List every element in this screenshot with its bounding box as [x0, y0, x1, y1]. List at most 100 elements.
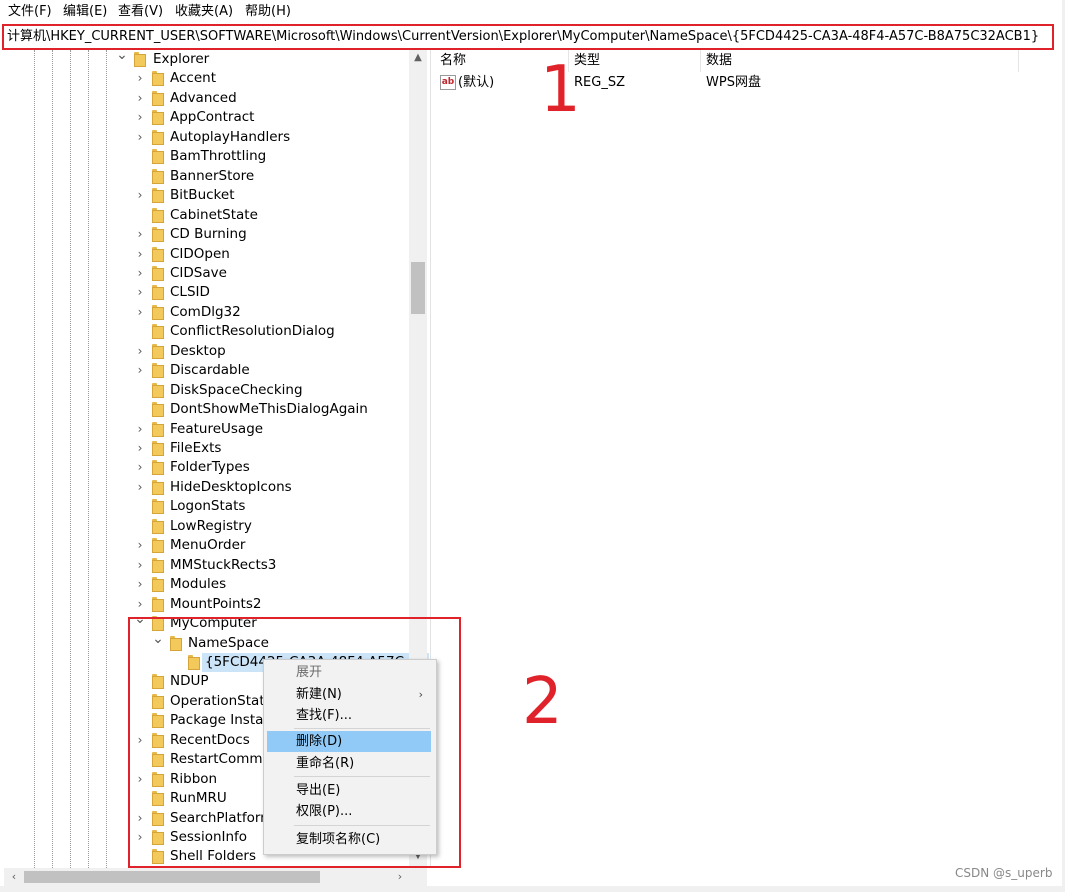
- tree-node-mountpoints2[interactable]: › MountPoints2: [4, 595, 410, 614]
- column-header-data[interactable]: 数据: [706, 52, 732, 70]
- tree-node-accent[interactable]: › Accent: [4, 69, 410, 88]
- folder-icon: [152, 441, 164, 456]
- chevron-right-icon[interactable]: ›: [134, 458, 146, 477]
- menu-file[interactable]: 文件(F): [8, 4, 52, 20]
- tree-node-modules[interactable]: › Modules: [4, 575, 410, 594]
- tree-node-dontshowmethisdialogagain[interactable]: DontShowMeThisDialogAgain: [4, 400, 410, 419]
- folder-icon: [152, 343, 164, 359]
- chevron-right-icon[interactable]: ›: [134, 303, 146, 322]
- column-header-name[interactable]: 名称: [440, 52, 466, 70]
- tree-node-explorer[interactable]: ⌄ Explorer: [4, 50, 410, 69]
- tree-node-logonstats[interactable]: LogonStats: [4, 497, 410, 516]
- tree-node-clsid[interactable]: › CLSID: [4, 283, 410, 302]
- scroll-left-icon[interactable]: ‹: [6, 868, 22, 886]
- submenu-arrow-icon: ›: [418, 688, 423, 701]
- tree-node-bannerstore[interactable]: BannerStore: [4, 167, 410, 186]
- tree-node-advanced[interactable]: › Advanced: [4, 89, 410, 108]
- tree-node-featureusage[interactable]: › FeatureUsage: [4, 420, 410, 439]
- tree-node-fileexts[interactable]: › FileExts: [4, 439, 410, 458]
- folder-icon: [152, 402, 164, 418]
- column-separator[interactable]: [700, 50, 701, 72]
- tree-node-label: CabinetState: [170, 206, 258, 223]
- chevron-right-icon[interactable]: ›: [134, 536, 146, 555]
- tree-node-cabinetstate[interactable]: CabinetState: [4, 206, 410, 225]
- chevron-right-icon[interactable]: ›: [134, 225, 146, 244]
- annotation-number-2: 2: [522, 665, 563, 739]
- menu-favorites[interactable]: 收藏夹(A): [175, 4, 233, 20]
- menu-separator: [294, 825, 430, 826]
- tree-node-lowregistry[interactable]: LowRegistry: [4, 517, 410, 536]
- context-menu-export[interactable]: 导出(E): [267, 780, 431, 801]
- context-menu-expand[interactable]: 展开: [267, 662, 431, 683]
- folder-icon: [152, 207, 164, 223]
- context-menu-rename[interactable]: 重命名(R): [267, 753, 431, 774]
- tree-node-comdlg32[interactable]: › ComDlg32: [4, 303, 410, 322]
- chevron-right-icon[interactable]: ›: [134, 439, 146, 458]
- tree-node-label: Modules: [170, 576, 227, 593]
- tree-node-cidopen[interactable]: › CIDOpen: [4, 245, 410, 264]
- chevron-right-icon[interactable]: ›: [134, 186, 146, 205]
- menu-view[interactable]: 查看(V): [118, 4, 163, 20]
- chevron-right-icon[interactable]: ›: [134, 264, 146, 283]
- folder-icon: [152, 110, 164, 126]
- tree-node-diskspacechecking[interactable]: DiskSpaceChecking: [4, 381, 410, 400]
- scroll-thumb[interactable]: [411, 262, 425, 314]
- tree-node-desktop[interactable]: › Desktop: [4, 342, 410, 361]
- chevron-right-icon[interactable]: ›: [134, 575, 146, 594]
- context-menu-new[interactable]: 新建(N) ›: [267, 684, 431, 705]
- menu-bar: 文件(F) 编辑(E) 查看(V) 收藏夹(A) 帮助(H): [0, 0, 1065, 22]
- chevron-right-icon[interactable]: ›: [134, 361, 146, 380]
- tree-node-label: BamThrottling: [170, 148, 267, 165]
- chevron-right-icon[interactable]: ›: [134, 108, 146, 127]
- tree-node-mmstuckrects3[interactable]: › MMStuckRects3: [4, 556, 410, 575]
- values-pane[interactable]: 名称 类型 数据 ab (默认) REG_SZ WPS网盘: [432, 50, 1062, 886]
- value-name[interactable]: (默认): [458, 74, 494, 92]
- menu-help[interactable]: 帮助(H): [245, 4, 291, 20]
- tree-node-hidedesktopicons[interactable]: › HideDesktopIcons: [4, 478, 410, 497]
- chevron-right-icon[interactable]: ›: [134, 556, 146, 575]
- tree-node-label: MenuOrder: [170, 537, 246, 554]
- value-data: WPS网盘: [706, 75, 761, 90]
- tree-node-label: LowRegistry: [170, 517, 252, 534]
- menu-edit[interactable]: 编辑(E): [63, 4, 107, 20]
- context-menu-find[interactable]: 查找(F)...: [267, 705, 431, 726]
- tree-node-autoplayhandlers[interactable]: › AutoplayHandlers: [4, 128, 410, 147]
- folder-icon: [152, 129, 164, 145]
- tree-node-discardable[interactable]: › Discardable: [4, 361, 410, 380]
- chevron-right-icon[interactable]: ›: [134, 420, 146, 439]
- tree-node-menuorder[interactable]: › MenuOrder: [4, 536, 410, 555]
- tree-node-label: MMStuckRects3: [170, 556, 277, 573]
- folder-icon: [152, 188, 164, 204]
- context-menu-permissions[interactable]: 权限(P)...: [267, 801, 431, 822]
- tree-node-conflictresolutiondialog[interactable]: ConflictResolutionDialog: [4, 322, 410, 341]
- chevron-right-icon[interactable]: ›: [134, 283, 146, 302]
- chevron-right-icon[interactable]: ›: [134, 478, 146, 497]
- chevron-right-icon[interactable]: ›: [134, 69, 146, 88]
- tree-node-bamthrottling[interactable]: BamThrottling: [4, 147, 410, 166]
- string-value-icon: ab: [440, 75, 456, 90]
- tree-node-bitbucket[interactable]: › BitBucket: [4, 186, 410, 205]
- tree-horizontal-scrollbar[interactable]: ‹ ›: [4, 868, 427, 886]
- folder-icon: [152, 479, 164, 495]
- tree-node-label: DontShowMeThisDialogAgain: [170, 401, 368, 418]
- context-menu-delete[interactable]: 删除(D): [267, 731, 431, 752]
- chevron-right-icon[interactable]: ›: [134, 128, 146, 147]
- tree-node-label: MountPoints2: [170, 595, 262, 612]
- address-bar[interactable]: 计算机\HKEY_CURRENT_USER\SOFTWARE\Microsoft…: [2, 24, 1054, 50]
- chevron-right-icon[interactable]: ›: [134, 342, 146, 361]
- folder-icon: [152, 460, 164, 476]
- chevron-right-icon[interactable]: ›: [134, 89, 146, 108]
- folder-icon: [152, 577, 164, 593]
- tree-node-cd-burning[interactable]: › CD Burning: [4, 225, 410, 244]
- context-menu-copy-key-name[interactable]: 复制项名称(C): [267, 829, 431, 850]
- chevron-down-icon[interactable]: ⌄: [116, 50, 128, 65]
- column-separator[interactable]: [1018, 50, 1019, 72]
- scroll-up-icon[interactable]: ▲: [409, 52, 427, 63]
- tree-node-cidsave[interactable]: › CIDSave: [4, 264, 410, 283]
- tree-node-label: CLSID: [170, 284, 210, 301]
- tree-node-appcontract[interactable]: › AppContract: [4, 108, 410, 127]
- tree-node-foldertypes[interactable]: › FolderTypes: [4, 458, 410, 477]
- chevron-right-icon[interactable]: ›: [134, 245, 146, 264]
- scroll-right-icon[interactable]: ›: [392, 868, 408, 886]
- scroll-thumb-horizontal[interactable]: [24, 871, 320, 883]
